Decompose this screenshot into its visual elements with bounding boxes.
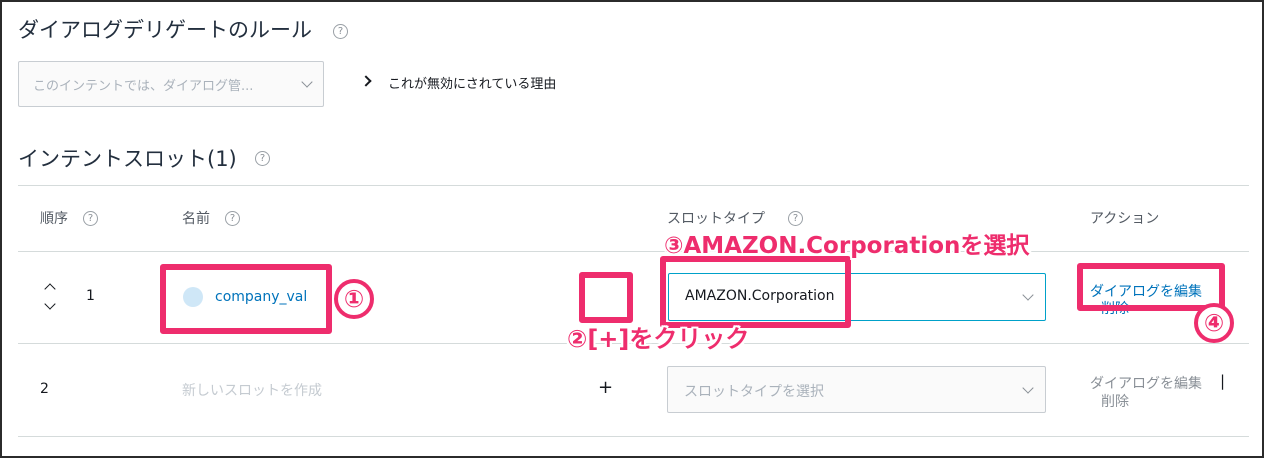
chevron-up-icon[interactable] — [44, 283, 56, 295]
highlight-slot-type — [660, 256, 851, 328]
order-help-icon[interactable]: ? — [83, 211, 98, 226]
table-bottom-border — [18, 436, 1249, 437]
row2-order: 2 — [40, 381, 49, 397]
reorder-control[interactable] — [40, 280, 62, 314]
name-help-icon[interactable]: ? — [225, 211, 240, 226]
row2-action-separator: | — [1220, 372, 1226, 390]
reason-toggle[interactable]: これが無効にされている理由 — [360, 73, 602, 93]
chevron-down-icon[interactable] — [44, 298, 56, 310]
slot-type-help-icon[interactable]: ? — [788, 211, 803, 226]
highlight-plus-button — [579, 272, 633, 323]
intent-slots-help-icon[interactable]: ? — [255, 151, 270, 166]
dialog-rules-help-icon[interactable]: ? — [333, 24, 348, 39]
reason-link[interactable]: これが無効にされている理由 — [388, 73, 556, 92]
new-slot-input[interactable]: 新しいスロットを作成 — [182, 380, 322, 400]
highlight-slot-name — [160, 264, 332, 334]
dialog-rules-select: このインテントでは、ダイアログ管... — [18, 61, 324, 107]
annotation-number-4: ④ — [1194, 303, 1234, 343]
chevron-down-icon — [1022, 382, 1034, 394]
table-top-border — [18, 185, 1249, 186]
column-header-name: 名前 — [182, 211, 210, 227]
column-header-slot-type: スロットタイプ — [667, 211, 765, 227]
column-header-action: アクション — [1090, 211, 1160, 227]
column-header-order: 順序 — [40, 211, 68, 227]
row2-delete-link: 削除 — [1101, 394, 1129, 410]
annotation-step-3: ③AMAZON.Corporationを選択 — [664, 233, 1030, 259]
chevron-down-icon — [1022, 289, 1034, 301]
row1-order: 1 — [86, 288, 95, 304]
row2-slot-type-placeholder: スロットタイプを選択 — [684, 384, 824, 400]
chevron-down-icon — [301, 76, 313, 88]
add-slot-plus-button[interactable]: + — [598, 377, 613, 398]
annotation-number-1: ① — [334, 279, 374, 319]
chevron-right-icon — [360, 75, 372, 87]
dialog-rules-title: ダイアログデリゲートのルール — [18, 18, 312, 42]
row2-slot-type-select: スロットタイプを選択 — [667, 366, 1046, 413]
highlight-edit-dialog — [1077, 263, 1225, 311]
header-divider — [18, 251, 1249, 252]
dialog-rules-select-value: このインテントでは、ダイアログ管... — [33, 78, 254, 94]
intent-slots-title: インテントスロット(1) — [18, 147, 237, 171]
annotation-step-2: ②[+]をクリック — [567, 325, 750, 353]
row2-edit-dialog-link: ダイアログを編集 — [1090, 376, 1202, 392]
